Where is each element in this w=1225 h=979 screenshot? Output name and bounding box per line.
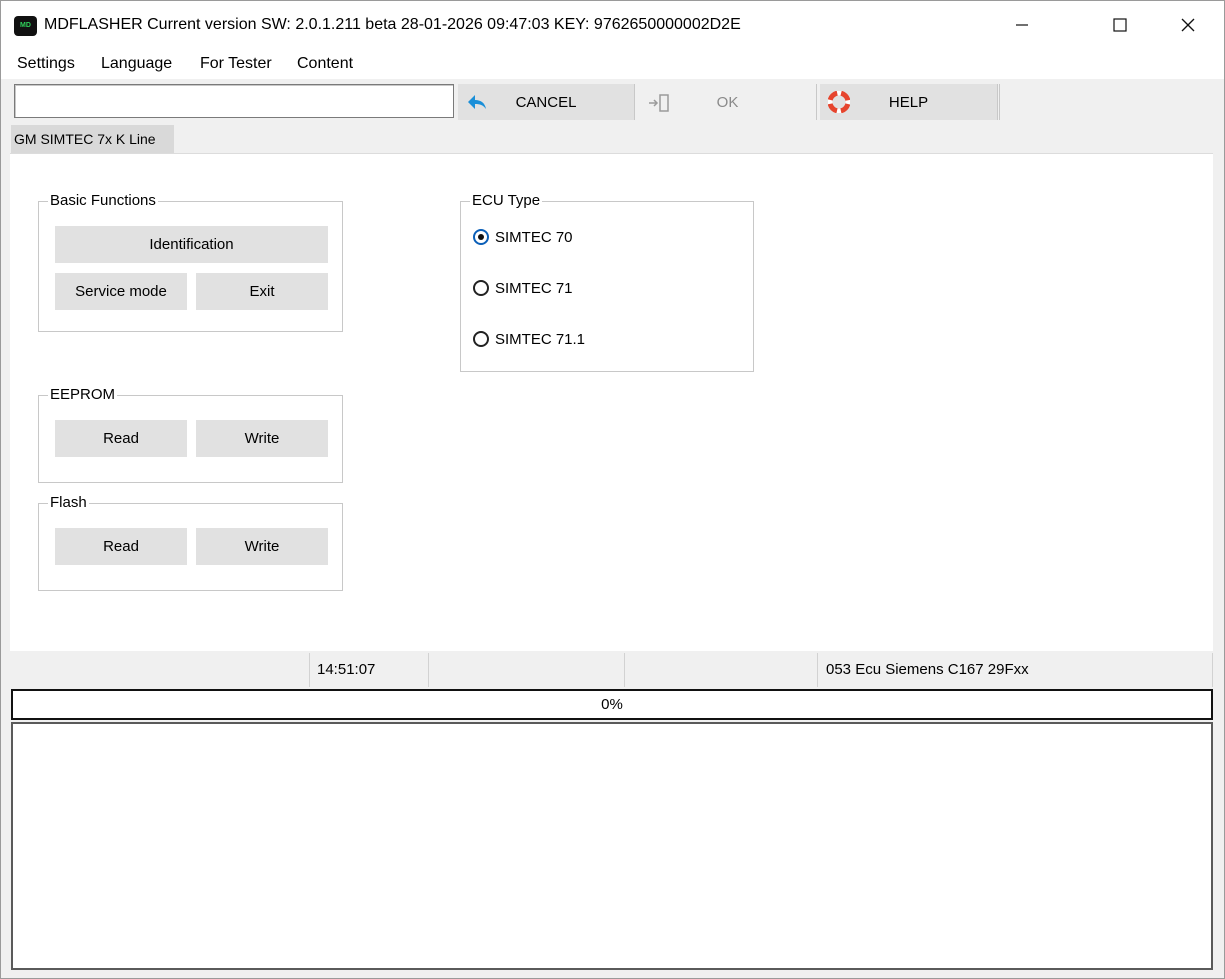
cancel-button[interactable]: CANCEL (458, 84, 635, 120)
eeprom-write-button[interactable]: Write (196, 420, 328, 457)
basic-functions-group: Basic Functions Identification Service m… (38, 192, 343, 332)
flash-read-button[interactable]: Read (55, 528, 187, 565)
eeprom-title: EEPROM (48, 386, 118, 403)
ecu-type-group: ECU Type SIMTEC 70 SIMTEC 71 SIMTEC 71.1 (460, 192, 754, 372)
main-panel: Basic Functions Identification Service m… (10, 153, 1213, 651)
radio-button-checked[interactable] (473, 229, 489, 245)
menu-content[interactable]: Content (297, 55, 353, 73)
status-ecu-info: 053 Ecu Siemens C167 29Fxx (818, 653, 1213, 687)
tab-gm-simtec[interactable]: GM SIMTEC 7x K Line (11, 125, 174, 153)
minimize-icon (1016, 24, 1028, 26)
close-icon (1181, 18, 1195, 32)
close-button[interactable] (1154, 1, 1222, 49)
flash-write-button[interactable]: Write (196, 528, 328, 565)
help-label: HELP (888, 94, 929, 111)
ok-label: OK (716, 94, 739, 111)
title-bar: MD MDFLASHER Current version SW: 2.0.1.2… (1, 1, 1224, 49)
status-cell-1 (10, 653, 310, 687)
toolbar: CANCEL OK HELP (1, 81, 1224, 125)
window-title: MDFLASHER Current version SW: 2.0.1.211 … (44, 16, 741, 33)
radio-label: SIMTEC 71.1 (495, 330, 586, 348)
menu-for-tester[interactable]: For Tester (200, 55, 272, 73)
progress-label: 0% (601, 696, 623, 713)
minimize-button[interactable] (988, 1, 1056, 49)
ok-button[interactable]: OK (639, 84, 817, 120)
help-button[interactable]: HELP (820, 84, 998, 120)
radio-simtec-71-1[interactable]: SIMTEC 71.1 (473, 328, 585, 350)
radio-simtec-70[interactable]: SIMTEC 70 (473, 226, 573, 248)
status-time: 14:51:07 (310, 653, 429, 687)
maximize-button[interactable] (1086, 1, 1154, 49)
menu-bar: Settings Language For Tester Content (1, 49, 1224, 79)
exit-button[interactable]: Exit (196, 273, 328, 310)
eeprom-read-button[interactable]: Read (55, 420, 187, 457)
cancel-label: CANCEL (515, 94, 577, 111)
toolbar-divider (999, 84, 1000, 120)
radio-button[interactable] (473, 280, 489, 296)
radio-simtec-71[interactable]: SIMTEC 71 (473, 277, 573, 299)
command-input[interactable] (14, 84, 454, 118)
menu-language[interactable]: Language (101, 55, 172, 73)
radio-button[interactable] (473, 331, 489, 347)
menu-settings[interactable]: Settings (17, 55, 75, 73)
app-icon: MD (14, 16, 37, 36)
basic-functions-title: Basic Functions (48, 192, 158, 209)
status-bar: 14:51:07 053 Ecu Siemens C167 29Fxx (10, 653, 1213, 687)
ecu-type-title: ECU Type (470, 192, 543, 209)
flash-group: Flash Read Write (38, 494, 343, 591)
identification-button[interactable]: Identification (55, 226, 328, 263)
radio-label: SIMTEC 70 (495, 228, 573, 246)
progress-bar: 0% (11, 689, 1213, 720)
status-cell-4 (625, 653, 818, 687)
maximize-icon (1113, 18, 1127, 32)
eeprom-group: EEPROM Read Write (38, 386, 343, 483)
log-output[interactable] (11, 722, 1213, 970)
service-mode-button[interactable]: Service mode (55, 273, 187, 310)
radio-label: SIMTEC 71 (495, 279, 573, 297)
status-cell-3 (429, 653, 625, 687)
flash-title: Flash (48, 494, 89, 511)
main-window: MD MDFLASHER Current version SW: 2.0.1.2… (0, 0, 1225, 979)
